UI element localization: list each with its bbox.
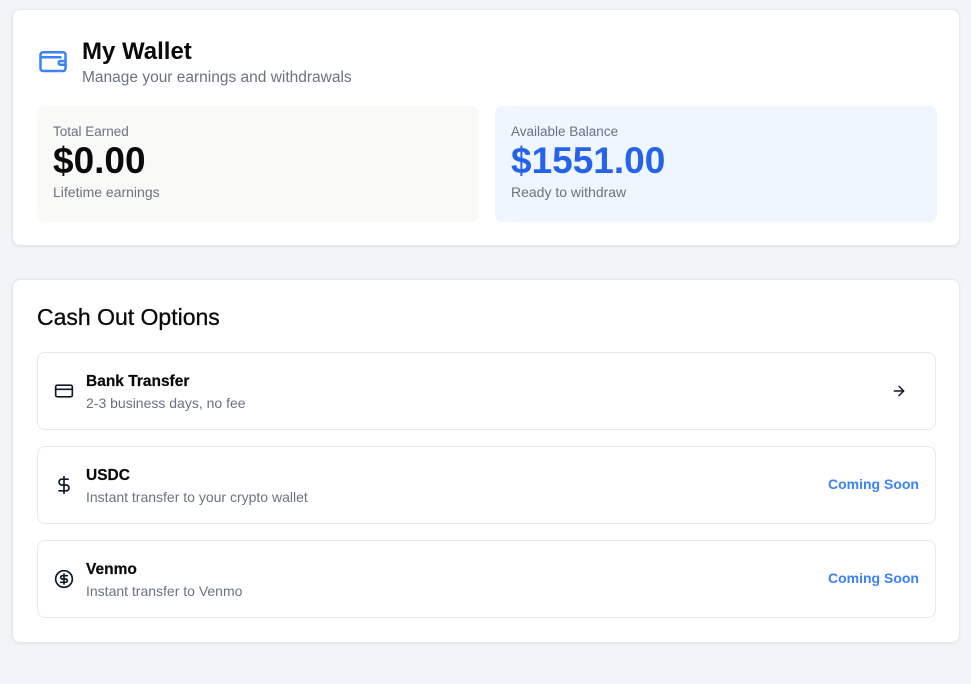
- page-title: My Wallet: [82, 38, 192, 65]
- wallet-header: My Wallet Manage your earnings and withd…: [38, 38, 352, 87]
- circle-dollar-icon: [54, 569, 74, 589]
- option-description: 2-3 business days, no fee: [86, 395, 246, 411]
- option-name: Bank Transfer: [86, 373, 190, 390]
- option-name: Venmo: [86, 561, 137, 578]
- cashout-card: Cash Out Options Bank Transfer 2-3 busin…: [12, 279, 960, 643]
- total-earned-box: Total Earned $0.00 Lifetime earnings: [37, 106, 479, 222]
- coming-soon-badge: Coming Soon: [828, 476, 919, 492]
- usdc-option[interactable]: USDC Instant transfer to your crypto wal…: [37, 446, 936, 524]
- page-subtitle: Manage your earnings and withdrawals: [82, 69, 352, 86]
- available-balance-value: $1551.00: [511, 140, 666, 181]
- coming-soon-badge: Coming Soon: [828, 570, 919, 586]
- total-earned-value: $0.00: [53, 140, 146, 181]
- total-earned-label: Total Earned: [53, 124, 129, 139]
- credit-card-icon: [54, 384, 74, 398]
- arrow-right-icon[interactable]: [891, 383, 907, 399]
- option-name: USDC: [86, 467, 130, 484]
- available-balance-box: Available Balance $1551.00 Ready to with…: [495, 106, 937, 222]
- cashout-title: Cash Out Options: [37, 304, 220, 330]
- dollar-sign-icon: [58, 475, 70, 495]
- option-description: Instant transfer to Venmo: [86, 583, 243, 599]
- wallet-card: My Wallet Manage your earnings and withd…: [12, 9, 960, 246]
- venmo-option[interactable]: Venmo Instant transfer to Venmo Coming S…: [37, 540, 936, 618]
- wallet-icon: [39, 51, 67, 73]
- available-balance-label: Available Balance: [511, 124, 619, 139]
- bank-transfer-option[interactable]: Bank Transfer 2-3 business days, no fee: [37, 352, 936, 430]
- total-earned-note: Lifetime earnings: [53, 184, 160, 200]
- option-description: Instant transfer to your crypto wallet: [86, 489, 308, 505]
- available-balance-note: Ready to withdraw: [511, 184, 627, 200]
